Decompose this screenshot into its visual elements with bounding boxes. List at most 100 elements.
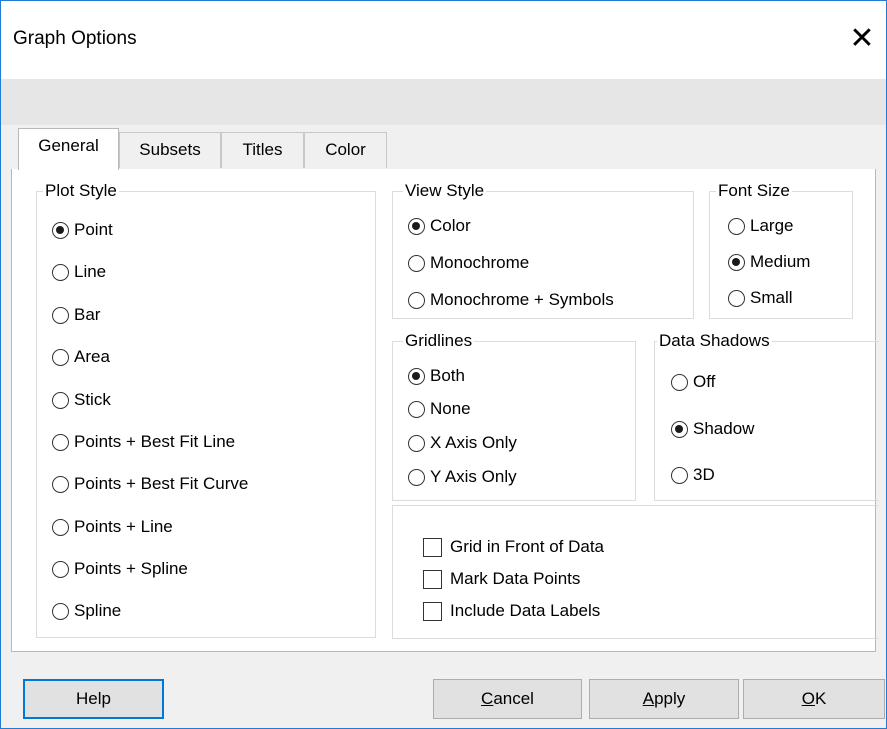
data-shadows-3d-option[interactable]: 3D: [671, 465, 715, 485]
radio-selected-icon[interactable]: [671, 420, 688, 438]
font-size-legend: Font Size: [716, 181, 792, 201]
plot-style-spline-option[interactable]: Spline: [52, 601, 121, 621]
option-label: Y Axis Only: [430, 467, 517, 486]
radio-icon[interactable]: [52, 348, 69, 366]
ok-accelerator: O: [801, 689, 815, 708]
data-shadows-group: Data Shadows Off Shadow 3D: [654, 331, 879, 501]
radio-icon[interactable]: [408, 291, 425, 309]
plot-style-line-option[interactable]: Line: [52, 262, 106, 282]
radio-icon[interactable]: [408, 254, 425, 272]
plot-style-legend: Plot Style: [43, 181, 119, 201]
checkbox-label: Grid in Front of Data: [450, 537, 605, 556]
radio-icon[interactable]: [671, 373, 688, 391]
view-style-group: View Style Color Monochrome Monochrome +…: [392, 181, 694, 319]
dialog-title: Graph Options: [13, 28, 137, 49]
radio-selected-icon[interactable]: [408, 217, 425, 235]
plot-style-points-line-option[interactable]: Points + Line: [52, 517, 173, 537]
option-label: Small: [750, 288, 793, 307]
option-label: Points + Line: [74, 517, 173, 536]
option-label: Spline: [74, 601, 122, 620]
option-label: Point: [74, 220, 113, 239]
radio-icon[interactable]: [52, 391, 69, 409]
title-bar: Graph Options ✕: [1, 1, 886, 79]
ok-label: K: [814, 689, 827, 708]
data-shadows-legend: Data Shadows: [657, 331, 772, 351]
option-label: Points + Best Fit Curve: [74, 474, 249, 493]
option-label: Color: [430, 216, 471, 235]
cancel-label: ancel: [493, 689, 534, 708]
plot-style-point-option[interactable]: Point: [52, 220, 113, 240]
cancel-button[interactable]: Cancel: [433, 679, 582, 719]
plot-style-points-spline-option[interactable]: Points + Spline: [52, 559, 188, 579]
general-tab-panel: Plot Style Point Line Bar Area Stick Poi…: [11, 169, 879, 652]
apply-button[interactable]: Apply: [589, 679, 739, 719]
plot-style-area-option[interactable]: Area: [52, 347, 110, 367]
radio-icon[interactable]: [408, 468, 425, 486]
view-style-monochrome-option[interactable]: Monochrome: [408, 253, 529, 273]
option-label: Shadow: [693, 419, 755, 438]
font-size-large-option[interactable]: Large: [728, 216, 793, 236]
tab-strip: General Subsets Titles Color: [1, 125, 886, 170]
help-button[interactable]: Help: [23, 679, 164, 719]
close-icon[interactable]: ✕: [847, 19, 877, 59]
radio-icon[interactable]: [52, 306, 69, 324]
font-size-small-option[interactable]: Small: [728, 288, 793, 308]
radio-icon[interactable]: [52, 433, 69, 451]
option-label: Monochrome: [430, 253, 530, 272]
include-data-labels-checkbox[interactable]: Include Data Labels: [423, 601, 600, 621]
radio-selected-icon[interactable]: [52, 221, 69, 239]
radio-selected-icon[interactable]: [408, 367, 425, 385]
radio-selected-icon[interactable]: [728, 253, 745, 271]
radio-icon[interactable]: [52, 518, 69, 536]
checkbox-icon[interactable]: [423, 537, 442, 557]
plot-style-points-best-fit-curve-option[interactable]: Points + Best Fit Curve: [52, 474, 248, 494]
checkbox-label: Mark Data Points: [450, 569, 581, 588]
view-style-monochrome-symbols-option[interactable]: Monochrome + Symbols: [408, 290, 614, 310]
font-size-medium-option[interactable]: Medium: [728, 252, 810, 272]
gridlines-none-option[interactable]: None: [408, 399, 471, 419]
radio-icon[interactable]: [408, 434, 425, 452]
gridlines-y-axis-only-option[interactable]: Y Axis Only: [408, 467, 517, 487]
plot-style-points-best-fit-line-option[interactable]: Points + Best Fit Line: [52, 432, 235, 452]
view-style-color-option[interactable]: Color: [408, 216, 471, 236]
data-shadows-shadow-option[interactable]: Shadow: [671, 419, 754, 439]
option-label: Stick: [74, 390, 111, 409]
gridlines-legend: Gridlines: [403, 331, 475, 351]
option-label: Line: [74, 262, 107, 281]
tab-general[interactable]: General: [18, 128, 119, 170]
cancel-accelerator: C: [481, 689, 494, 708]
option-label: Off: [693, 372, 716, 391]
checkbox-icon[interactable]: [423, 569, 442, 589]
data-shadows-off-option[interactable]: Off: [671, 372, 715, 392]
option-label: X Axis Only: [430, 433, 517, 452]
ok-button[interactable]: OK: [743, 679, 885, 719]
radio-icon[interactable]: [728, 289, 745, 307]
gridlines-both-option[interactable]: Both: [408, 366, 465, 386]
radio-icon[interactable]: [52, 263, 69, 281]
apply-accelerator: A: [642, 689, 655, 708]
option-label: Points + Best Fit Line: [74, 432, 236, 451]
option-label: Area: [74, 347, 110, 366]
option-label: Points + Spline: [74, 559, 188, 578]
radio-icon[interactable]: [52, 602, 69, 620]
radio-icon[interactable]: [52, 560, 69, 578]
gridlines-x-axis-only-option[interactable]: X Axis Only: [408, 433, 517, 453]
plot-style-bar-option[interactable]: Bar: [52, 305, 100, 325]
plot-style-stick-option[interactable]: Stick: [52, 390, 111, 410]
radio-icon[interactable]: [671, 466, 688, 484]
grid-in-front-checkbox[interactable]: Grid in Front of Data: [423, 537, 604, 557]
radio-icon[interactable]: [408, 400, 425, 418]
option-label: 3D: [693, 465, 715, 484]
radio-icon[interactable]: [52, 475, 69, 493]
font-size-group: Font Size Large Medium Small: [709, 181, 853, 319]
radio-icon[interactable]: [728, 217, 745, 235]
option-label: Monochrome + Symbols: [430, 290, 614, 309]
tab-subsets[interactable]: Subsets: [119, 132, 221, 168]
apply-label: pply: [654, 689, 686, 708]
tab-titles[interactable]: Titles: [221, 132, 304, 168]
option-label: Bar: [74, 305, 101, 324]
mark-data-points-checkbox[interactable]: Mark Data Points: [423, 569, 580, 589]
option-label: Both: [430, 366, 465, 385]
checkbox-icon[interactable]: [423, 601, 442, 621]
tab-color[interactable]: Color: [304, 132, 387, 168]
